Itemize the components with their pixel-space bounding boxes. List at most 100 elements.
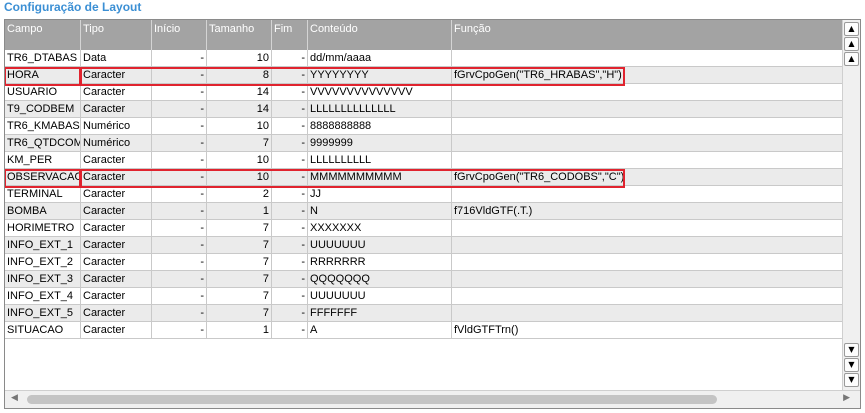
- cell-tamanho[interactable]: 10: [207, 169, 272, 185]
- cell-conteudo[interactable]: MMMMMMMMMM: [308, 169, 452, 185]
- column-header-fim[interactable]: Fim: [272, 20, 308, 50]
- cell-campo[interactable]: HORA: [5, 67, 81, 83]
- table-row[interactable]: KM_PER Caracter -10- LLLLLLLLLL: [5, 152, 843, 169]
- cell-fim[interactable]: -: [272, 288, 308, 304]
- cell-tamanho[interactable]: 10: [207, 118, 272, 134]
- cell-funcao[interactable]: [452, 84, 843, 100]
- double-up-arrow-icon[interactable]: ▲: [844, 22, 859, 36]
- cell-funcao[interactable]: [452, 186, 843, 202]
- table-row[interactable]: TR6_QTDCOM Numérico -7-9999999: [5, 135, 843, 152]
- cell-funcao[interactable]: f716VldGTF(.T.): [452, 203, 843, 219]
- cell-tamanho[interactable]: 10: [207, 50, 272, 66]
- cell-inicio[interactable]: -: [152, 220, 207, 236]
- cell-fim[interactable]: -: [272, 101, 308, 117]
- cell-conteudo[interactable]: UUUUUUU: [308, 237, 452, 253]
- cell-fim[interactable]: -: [272, 203, 308, 219]
- cell-campo[interactable]: USUARIO: [5, 84, 81, 100]
- cell-conteudo[interactable]: LLLLLLLLLL: [308, 152, 452, 168]
- cell-tipo[interactable]: Caracter: [81, 220, 152, 236]
- cell-inicio[interactable]: -: [152, 322, 207, 338]
- cell-fim[interactable]: -: [272, 237, 308, 253]
- cell-campo[interactable]: T9_CODBEM: [5, 101, 81, 117]
- column-header-conteudo[interactable]: Conteúdo: [308, 20, 452, 50]
- cell-tipo[interactable]: Caracter: [81, 152, 152, 168]
- cell-conteudo[interactable]: JJ: [308, 186, 452, 202]
- cell-inicio[interactable]: -: [152, 254, 207, 270]
- table-row[interactable]: INFO_EXT_3 Caracter -7- QQQQQQQ: [5, 271, 843, 288]
- cell-tipo[interactable]: Caracter: [81, 271, 152, 287]
- table-row[interactable]: TERMINAL Caracter -2- JJ: [5, 186, 843, 203]
- cell-conteudo[interactable]: LLLLLLLLLLLLLL: [308, 101, 452, 117]
- cell-conteudo[interactable]: 8888888888: [308, 118, 452, 134]
- column-header-tamanho[interactable]: Tamanho: [207, 20, 272, 50]
- cell-fim[interactable]: -: [272, 254, 308, 270]
- cell-tamanho[interactable]: 7: [207, 237, 272, 253]
- cell-conteudo[interactable]: A: [308, 322, 452, 338]
- scroll-left-icon[interactable]: ◀: [11, 393, 18, 403]
- cell-funcao[interactable]: [452, 305, 843, 321]
- cell-funcao[interactable]: [452, 220, 843, 236]
- cell-tipo[interactable]: Data: [81, 50, 152, 66]
- table-row[interactable]: HORA Caracter -8- YYYYYYYY fGrvCpoGen("TR6_H…: [5, 67, 843, 84]
- up-arrow-icon[interactable]: ▲: [844, 37, 859, 51]
- cell-campo[interactable]: TR6_QTDCOM: [5, 135, 81, 151]
- cell-funcao[interactable]: [452, 237, 843, 253]
- cell-campo[interactable]: INFO_EXT_5: [5, 305, 81, 321]
- cell-campo[interactable]: INFO_EXT_1: [5, 237, 81, 253]
- cell-conteudo[interactable]: 9999999: [308, 135, 452, 151]
- cell-tamanho[interactable]: 10: [207, 152, 272, 168]
- cell-campo[interactable]: SITUACAO: [5, 322, 81, 338]
- cell-inicio[interactable]: -: [152, 203, 207, 219]
- cell-tipo[interactable]: Caracter: [81, 288, 152, 304]
- cell-funcao[interactable]: [452, 152, 843, 168]
- column-header-tipo[interactable]: Tipo: [81, 20, 152, 50]
- vertical-scrollbar[interactable]: ▲ ▲ ▲ ▼ ▼ ▼: [842, 20, 860, 391]
- cell-funcao[interactable]: [452, 271, 843, 287]
- cell-tamanho[interactable]: 7: [207, 305, 272, 321]
- cell-tipo[interactable]: Caracter: [81, 305, 152, 321]
- cell-tipo[interactable]: Caracter: [81, 67, 152, 83]
- cell-tamanho[interactable]: 7: [207, 220, 272, 236]
- cell-fim[interactable]: -: [272, 220, 308, 236]
- cell-funcao[interactable]: [452, 254, 843, 270]
- double-down-arrow-icon[interactable]: ▼: [844, 373, 859, 387]
- table-row[interactable]: BOMBA Caracter -1- Nf716VldGTF(.T.): [5, 203, 843, 220]
- table-row[interactable]: TR6_KMABAS Numérico -10-8888888888: [5, 118, 843, 135]
- table-row[interactable]: INFO_EXT_1 Caracter -7- UUUUUUU: [5, 237, 843, 254]
- cell-fim[interactable]: -: [272, 67, 308, 83]
- cell-tipo[interactable]: Caracter: [81, 169, 152, 185]
- cell-campo[interactable]: HORIMETRO: [5, 220, 81, 236]
- table-row[interactable]: OBSERVACAO Caracter -10- MMMMMMMMMM fGrvCpoG…: [5, 169, 843, 186]
- layout-grid[interactable]: Campo Tipo Início Tamanho Fim Conteúdo F…: [4, 19, 861, 409]
- cell-tipo[interactable]: Numérico: [81, 118, 152, 134]
- column-header-campo[interactable]: Campo: [5, 20, 81, 50]
- cell-fim[interactable]: -: [272, 186, 308, 202]
- cell-tamanho[interactable]: 7: [207, 288, 272, 304]
- cell-inicio[interactable]: -: [152, 288, 207, 304]
- cell-tipo[interactable]: Caracter: [81, 203, 152, 219]
- cell-inicio[interactable]: -: [152, 169, 207, 185]
- cell-fim[interactable]: -: [272, 305, 308, 321]
- cell-inicio[interactable]: -: [152, 152, 207, 168]
- cell-funcao[interactable]: [452, 118, 843, 134]
- table-row[interactable]: INFO_EXT_2 Caracter -7- RRRRRRR: [5, 254, 843, 271]
- cell-campo[interactable]: BOMBA: [5, 203, 81, 219]
- cell-fim[interactable]: -: [272, 271, 308, 287]
- cell-campo[interactable]: INFO_EXT_4: [5, 288, 81, 304]
- cell-inicio[interactable]: -: [152, 101, 207, 117]
- cell-funcao[interactable]: [452, 288, 843, 304]
- cell-tamanho[interactable]: 1: [207, 322, 272, 338]
- cell-campo[interactable]: OBSERVACAO: [5, 169, 81, 185]
- cell-tipo[interactable]: Caracter: [81, 322, 152, 338]
- cell-fim[interactable]: -: [272, 169, 308, 185]
- cell-inicio[interactable]: -: [152, 271, 207, 287]
- cell-tamanho[interactable]: 2: [207, 186, 272, 202]
- cell-conteudo[interactable]: dd/mm/aaaa: [308, 50, 452, 66]
- cell-inicio[interactable]: -: [152, 50, 207, 66]
- horizontal-scroll-thumb[interactable]: [27, 395, 717, 404]
- down-arrow-icon[interactable]: ▼: [844, 343, 859, 357]
- horizontal-scrollbar[interactable]: ◀ ▶: [5, 390, 860, 408]
- cell-inicio[interactable]: -: [152, 237, 207, 253]
- cell-campo[interactable]: KM_PER: [5, 152, 81, 168]
- scroll-right-icon[interactable]: ▶: [843, 393, 850, 403]
